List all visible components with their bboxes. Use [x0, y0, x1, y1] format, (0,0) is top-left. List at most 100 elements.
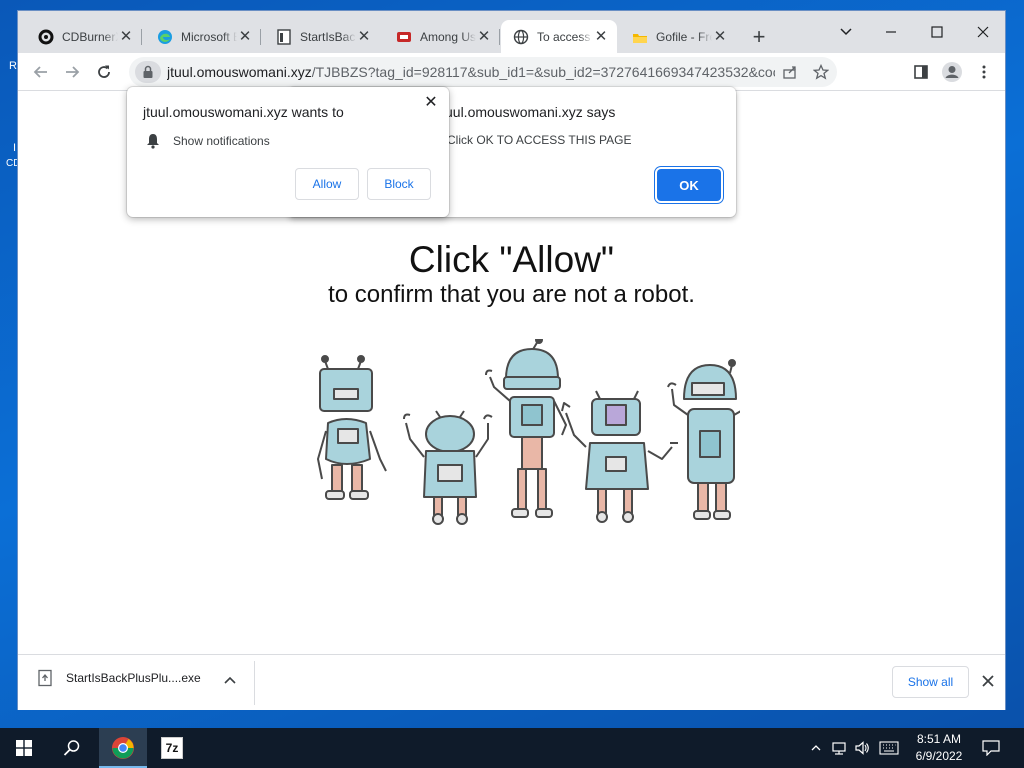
search-icon [63, 740, 80, 756]
robot-figure [403, 410, 493, 525]
tab-close-icon[interactable]: ✕ [118, 28, 134, 45]
tab-title: CDBurnerXP [62, 29, 118, 44]
clock-date: 6/9/2022 [915, 749, 963, 763]
start-button[interactable] [0, 728, 48, 768]
maximize-icon [931, 26, 943, 38]
robot-figure [317, 355, 387, 500]
tab-among-us[interactable]: Among Us ✕ [384, 20, 500, 53]
tab-microsoft-edge[interactable]: Microsoft Edge ✕ [145, 20, 261, 53]
tab-close-icon[interactable]: ✕ [712, 28, 728, 45]
search-button[interactable] [48, 728, 96, 768]
menu-button[interactable] [970, 58, 998, 86]
7zip-icon: 7z [161, 737, 183, 759]
bookmark-star-icon[interactable] [805, 64, 837, 80]
notification-center-icon[interactable] [981, 738, 1001, 758]
prompt-close-icon[interactable]: ✕ [423, 95, 439, 111]
taskbar-7zip[interactable]: 7z [148, 728, 196, 768]
side-panel-icon [914, 65, 928, 79]
divider [254, 661, 255, 705]
taskbar-chrome[interactable] [99, 728, 147, 768]
tab-title: StartIsBack [300, 29, 356, 44]
robot-figure [561, 390, 678, 523]
edge-icon [157, 29, 173, 45]
prompt-title: jtuul.omouswomani.xyz wants to [143, 104, 344, 120]
chevron-down-icon [840, 28, 852, 36]
among-us-icon [396, 29, 412, 45]
network-icon[interactable] [829, 738, 849, 758]
gofile-icon [632, 29, 648, 45]
tab-startisback[interactable]: StartIsBack ✕ [264, 20, 380, 53]
chevron-up-icon[interactable] [806, 738, 826, 758]
windows-logo-icon [16, 740, 32, 756]
cdburnerxp-icon [38, 29, 54, 45]
address-bar[interactable]: jtuul.omouswomani.xyz/TJBBZS?tag_id=9281… [129, 57, 837, 87]
browser-toolbar: jtuul.omouswomani.xyz/TJBBZS?tag_id=9281… [18, 53, 1005, 91]
page-subheadline: to confirm that you are not a robot. [328, 281, 695, 308]
close-window-button[interactable] [960, 17, 1006, 47]
show-all-button[interactable]: Show all [892, 666, 969, 698]
url-host: jtuul.omouswomani.xyz [167, 64, 312, 80]
new-tab-button[interactable]: + [748, 26, 770, 49]
desktop-fragment: I [13, 142, 17, 154]
close-icon[interactable] [980, 673, 996, 689]
alert-title: jtuul.omouswomani.xyz says [438, 104, 616, 120]
back-arrow-icon [33, 66, 47, 78]
tab-strip: CDBurnerXP ✕ Microsoft Edge ✕ StartIsBac… [18, 11, 1005, 53]
url-path: /TJBBZS?tag_id=928117&sub_id1=&sub_id2=3… [311, 64, 775, 80]
page-headline: Click "Allow" [408, 239, 615, 280]
alert-message: Click OK TO ACCESS THIS PAGE [447, 133, 632, 147]
tab-title: Among Us [420, 29, 476, 44]
lock-icon[interactable] [135, 61, 161, 83]
tab-title: Microsoft Edge [181, 29, 237, 44]
tab-close-icon[interactable]: ✕ [593, 28, 609, 45]
url-text[interactable]: jtuul.omouswomani.xyz/TJBBZS?tag_id=9281… [167, 64, 775, 80]
tab-title: To access [537, 29, 591, 44]
bell-icon [145, 133, 161, 149]
browser-window: CDBurnerXP ✕ Microsoft Edge ✕ StartIsBac… [17, 10, 1006, 710]
chevron-up-icon[interactable] [222, 673, 238, 689]
tab-close-icon[interactable]: ✕ [356, 28, 372, 45]
page-viewport: Click "Allow" to confirm that you are no… [18, 87, 1005, 654]
system-clock[interactable]: 8:51 AM 6/9/2022 [908, 731, 970, 765]
volume-icon[interactable] [852, 738, 872, 758]
taskbar: 7z 8:51 AM 6/9/2022 [0, 728, 1024, 768]
tab-cdburnerxp[interactable]: CDBurnerXP ✕ [26, 20, 142, 53]
tab-to-access[interactable]: To access ✕ [501, 20, 617, 53]
keyboard-icon[interactable] [879, 738, 899, 758]
back-button[interactable] [27, 58, 55, 86]
forward-arrow-icon [66, 66, 80, 78]
notification-permission-prompt: jtuul.omouswomani.xyz wants to ✕ Show no… [127, 87, 449, 217]
chrome-icon [112, 737, 134, 759]
minimize-button[interactable] [868, 17, 914, 47]
forward-button[interactable] [58, 58, 86, 86]
robots-illustration [317, 339, 740, 525]
minimize-icon [886, 31, 896, 33]
document-icon [276, 28, 292, 45]
desktop-fragment: R [9, 60, 17, 72]
download-item[interactable]: StartIsBackPlusPlu....exe [36, 669, 201, 687]
profile-avatar-icon [942, 62, 962, 82]
clock-time: 8:51 AM [916, 732, 962, 746]
close-icon [977, 26, 989, 38]
profile-button[interactable] [938, 58, 966, 86]
tab-gofile[interactable]: Gofile - Free ✕ [620, 20, 736, 53]
tab-close-icon[interactable]: ✕ [476, 28, 492, 45]
ok-button[interactable]: OK [657, 169, 721, 201]
allow-button[interactable]: Allow [295, 168, 359, 200]
installer-file-icon [38, 669, 52, 687]
permission-row: Show notifications [145, 133, 270, 149]
side-panel-button[interactable] [907, 58, 935, 86]
block-button[interactable]: Block [367, 168, 431, 200]
download-shelf: StartIsBackPlusPlu....exe Show all [18, 654, 1005, 710]
tab-search-button[interactable] [823, 17, 869, 47]
robot-figure [667, 359, 740, 520]
share-icon[interactable] [775, 64, 805, 80]
reload-button[interactable] [90, 58, 118, 86]
download-file-name: StartIsBackPlusPlu....exe [66, 671, 201, 685]
tab-close-icon[interactable]: ✕ [237, 28, 253, 45]
robot-figure [485, 339, 567, 518]
more-vert-icon [982, 65, 986, 79]
maximize-button[interactable] [914, 17, 960, 47]
7zip-label: 7z [165, 741, 179, 755]
reload-icon [98, 65, 110, 78]
